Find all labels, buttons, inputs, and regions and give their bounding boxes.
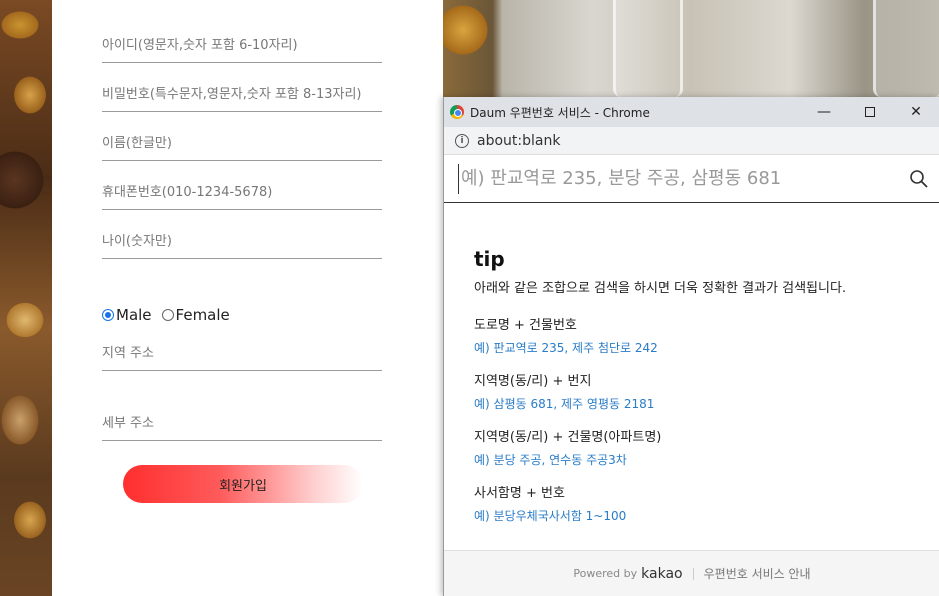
tip-heading: 사서함명 + 번호 bbox=[474, 486, 565, 501]
female-label: Female bbox=[175, 306, 230, 324]
tip-description: 아래와 같은 조합으로 검색을 하시면 더욱 정확한 결과가 검색됩니다. bbox=[474, 281, 847, 296]
signup-button[interactable]: 회원가입 bbox=[123, 465, 363, 503]
signup-button-label: 회원가입 bbox=[219, 478, 267, 494]
postcode-popup-window: Daum 우편번호 서비스 - Chrome — ✕ i about:blank… bbox=[443, 97, 939, 596]
url-text: about:blank bbox=[477, 132, 561, 149]
info-icon[interactable]: i bbox=[455, 133, 469, 148]
password-field[interactable]: 비밀번호(특수문자,영문자,숫자 포함 8-13자리) bbox=[102, 83, 382, 112]
chrome-logo-icon bbox=[450, 105, 464, 119]
tip-heading: 지역명(동/리) + 번지 bbox=[474, 374, 592, 389]
powered-by-text: Powered by bbox=[573, 567, 638, 580]
search-tips: tip 아래와 같은 조합으로 검색을 하시면 더욱 정확한 결과가 검색됩니다… bbox=[444, 203, 939, 524]
tip-heading: 지역명(동/리) + 건물명(아파트명) bbox=[474, 430, 662, 445]
gender-male-option[interactable]: Male bbox=[102, 306, 152, 324]
kakao-logo[interactable]: kakao bbox=[641, 566, 682, 582]
background-photo-right bbox=[443, 0, 939, 97]
postcode-search-bar bbox=[444, 155, 939, 203]
tip-example: 예) 분당우체국사서함 1~100 bbox=[474, 509, 627, 523]
search-icon[interactable] bbox=[909, 169, 929, 189]
close-button[interactable]: ✕ bbox=[893, 97, 939, 127]
background-photo-left bbox=[0, 0, 52, 596]
minimize-icon: — bbox=[817, 104, 831, 120]
gender-female-option[interactable]: Female bbox=[161, 306, 230, 324]
tip-example: 예) 분당 주공, 연수동 주공3차 bbox=[474, 453, 627, 467]
age-field[interactable]: 나이(숫자만) bbox=[102, 230, 382, 259]
signup-form: 아이디(영문자,숫자 포함 6-10자리) 비밀번호(특수문자,영문자,숫자 포… bbox=[52, 0, 443, 596]
male-radio[interactable] bbox=[102, 309, 114, 321]
window-title: Daum 우편번호 서비스 - Chrome bbox=[470, 105, 650, 120]
gender-selector: Male Female bbox=[102, 306, 240, 324]
wine-glass-image bbox=[873, 0, 939, 97]
postcode-search-input[interactable] bbox=[458, 163, 898, 194]
tip-example: 예) 삼평동 681, 제주 영평동 2181 bbox=[474, 397, 655, 411]
detail-address-field[interactable]: 세부 주소 bbox=[102, 412, 382, 441]
close-icon: ✕ bbox=[910, 104, 922, 120]
maximize-icon bbox=[865, 107, 875, 117]
wine-glass-image bbox=[613, 0, 683, 97]
male-label: Male bbox=[116, 306, 152, 324]
popup-footer: Powered by kakao 우편번호 서비스 안내 bbox=[444, 550, 939, 596]
id-field[interactable]: 아이디(영문자,숫자 포함 6-10자리) bbox=[102, 34, 382, 63]
region-address-field[interactable]: 지역 주소 bbox=[102, 342, 382, 371]
name-field[interactable]: 이름(한글만) bbox=[102, 132, 382, 161]
tip-example: 예) 판교역로 235, 제주 첨단로 242 bbox=[474, 341, 658, 355]
female-radio[interactable] bbox=[161, 309, 174, 321]
address-bar[interactable]: i about:blank bbox=[444, 127, 939, 155]
maximize-button[interactable] bbox=[847, 97, 893, 127]
footer-divider bbox=[692, 567, 694, 580]
tip-title: tip bbox=[474, 247, 505, 271]
window-titlebar[interactable]: Daum 우편번호 서비스 - Chrome — ✕ bbox=[444, 97, 939, 127]
tip-heading: 도로명 + 건물번호 bbox=[474, 318, 577, 333]
service-guide-link[interactable]: 우편번호 서비스 안내 bbox=[704, 565, 811, 582]
phone-field[interactable]: 휴대폰번호(010-1234-5678) bbox=[102, 181, 382, 210]
minimize-button[interactable]: — bbox=[801, 97, 847, 127]
